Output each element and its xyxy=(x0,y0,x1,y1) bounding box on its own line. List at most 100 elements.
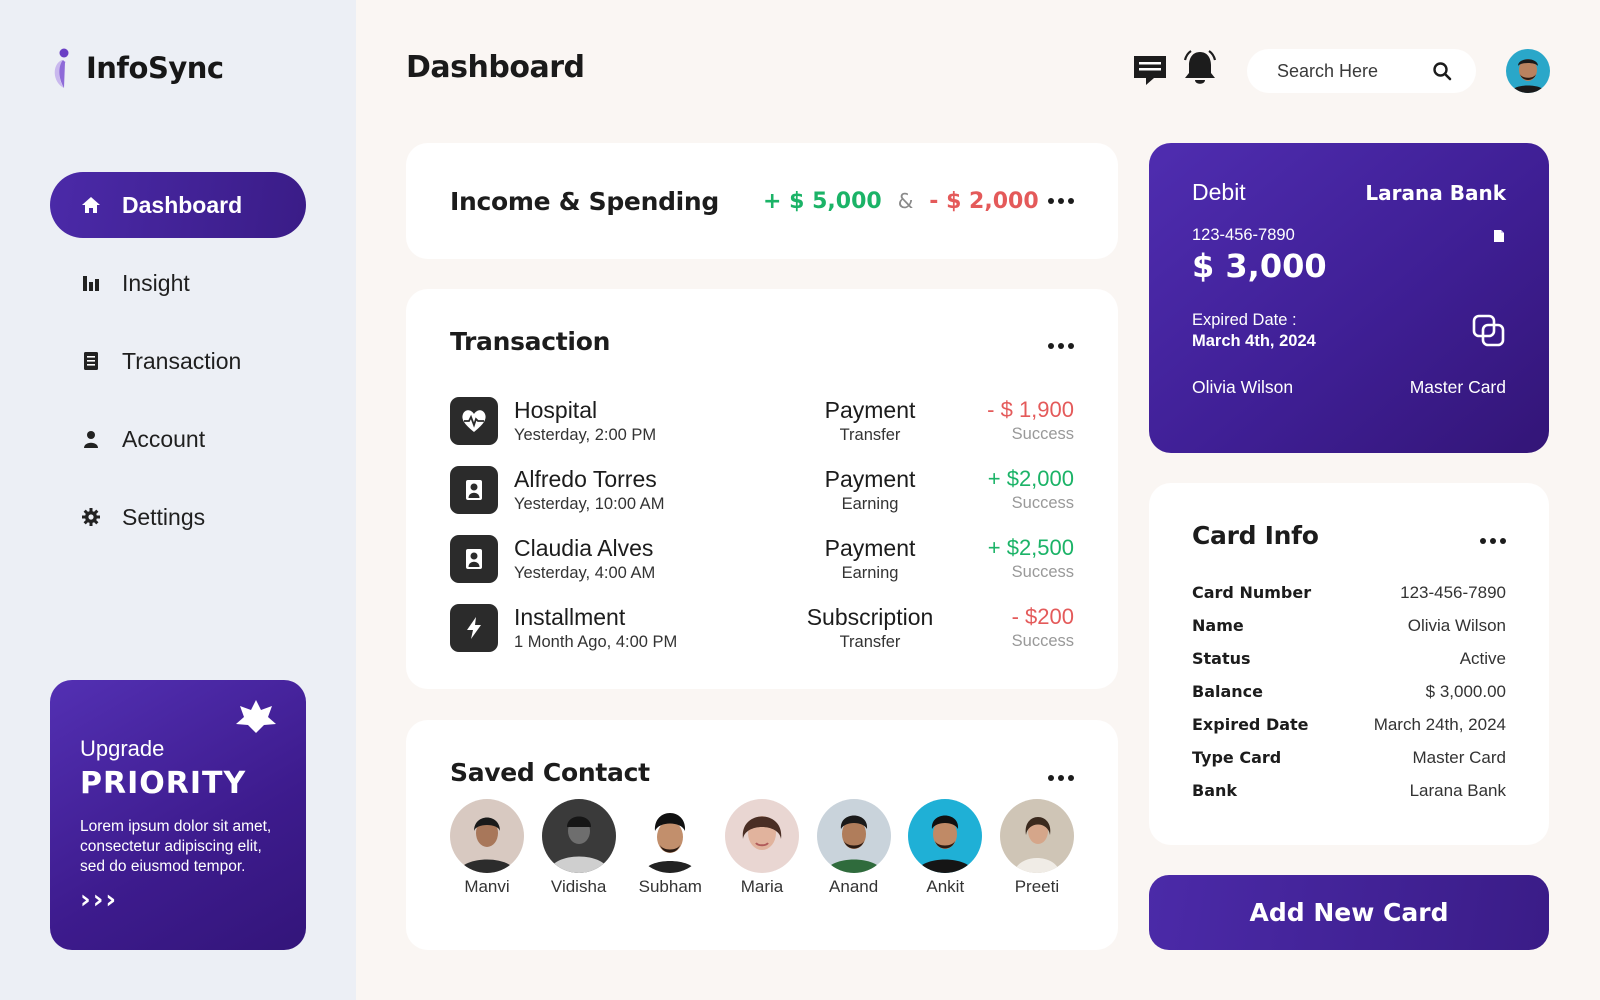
transaction-list: Hospital Yesterday, 2:00 PM Payment Tran… xyxy=(450,386,1074,662)
card-holder: Olivia Wilson xyxy=(1192,377,1294,397)
user-icon xyxy=(80,428,102,450)
debit-card[interactable]: Debit Larana Bank 123-456-7890 $ 3,000 E… xyxy=(1149,143,1549,453)
card-balance: $ 3,000 xyxy=(1192,247,1327,285)
sidebar-item-dashboard[interactable]: Dashboard xyxy=(50,172,306,238)
info-row: Bank Larana Bank xyxy=(1192,774,1506,807)
saved-contact-title: Saved Contact xyxy=(450,758,650,787)
duplicate-icon[interactable] xyxy=(1472,314,1506,348)
avatar xyxy=(908,799,983,873)
transaction-amount: - $200 xyxy=(1011,604,1074,629)
more-options-icon[interactable] xyxy=(1048,775,1074,781)
info-key: Bank xyxy=(1192,781,1238,800)
transaction-amount: - $ 1,900 xyxy=(987,397,1074,422)
transaction-status: Success xyxy=(1011,494,1074,512)
chat-icon[interactable] xyxy=(1132,52,1168,88)
contact-name: Ankit xyxy=(926,877,965,896)
heartbeat-icon xyxy=(450,396,498,445)
upgrade-label: Upgrade xyxy=(80,736,165,761)
transaction-subtype: Earning xyxy=(841,563,899,582)
transaction-date: Yesterday, 4:00 AM xyxy=(514,563,656,582)
contact-name: Anand xyxy=(829,877,879,896)
transaction-type: Subscription xyxy=(806,603,934,630)
upgrade-arrow-button[interactable]: ››› xyxy=(80,885,276,915)
user-icon xyxy=(450,534,498,583)
upgrade-card[interactable]: Upgrade PRIORITY Lorem ipsum dolor sit a… xyxy=(50,680,306,950)
avatar xyxy=(724,799,799,873)
contact-item[interactable]: Anand xyxy=(816,799,891,897)
card-type-label: Debit xyxy=(1192,179,1246,205)
transaction-title: Transaction xyxy=(450,327,611,356)
more-options-icon[interactable] xyxy=(1480,538,1506,544)
search-icon[interactable] xyxy=(1432,61,1452,81)
contact-name: Maria xyxy=(740,877,784,896)
lightning-icon xyxy=(450,603,498,652)
upgrade-title: PRIORITY xyxy=(80,766,247,801)
contact-item[interactable]: Subham xyxy=(633,799,708,897)
contact-name: Preeti xyxy=(1014,877,1060,896)
info-value: Larana Bank xyxy=(1409,780,1506,800)
transaction-type: Payment xyxy=(824,534,916,561)
search-bar xyxy=(1247,49,1476,93)
info-value: 123-456-7890 xyxy=(1400,582,1506,602)
contact-item[interactable]: Manvi xyxy=(450,799,524,897)
transaction-date: Yesterday, 2:00 PM xyxy=(514,425,657,444)
user-avatar[interactable] xyxy=(1506,49,1550,93)
transaction-amount: + $2,500 xyxy=(987,535,1074,560)
info-value: Master Card xyxy=(1412,747,1506,767)
avatar xyxy=(816,799,891,873)
sidebar-item-insight[interactable]: Insight xyxy=(50,250,306,316)
transaction-status: Success xyxy=(1011,632,1074,650)
info-key: Expired Date xyxy=(1192,715,1309,734)
sidebar-nav: Dashboard Insight Transaction Account Se… xyxy=(50,172,306,562)
income-value: + $ 5,000 xyxy=(763,188,882,214)
contact-item[interactable]: Maria xyxy=(724,799,799,897)
card-network: Master Card xyxy=(1409,377,1506,397)
income-spending-values: + $ 5,000 & - $ 2,000 xyxy=(763,189,1039,214)
info-row: Expired Date March 24th, 2024 xyxy=(1192,708,1506,741)
transaction-row[interactable]: Claudia Alves Yesterday, 4:00 AM Payment… xyxy=(450,524,1074,593)
receipt-icon xyxy=(80,350,102,372)
expired-date-value: March 4th, 2024 xyxy=(1192,332,1316,350)
info-value: Active xyxy=(1459,648,1506,668)
info-key: Card Number xyxy=(1192,583,1312,602)
transaction-date: Yesterday, 10:00 AM xyxy=(514,494,665,513)
app-logo[interactable]: InfoSync xyxy=(50,48,224,88)
sidebar-item-settings[interactable]: Settings xyxy=(50,484,306,550)
transaction-row[interactable]: Installment 1 Month Ago, 4:00 PM Subscri… xyxy=(450,593,1074,662)
transaction-status: Success xyxy=(1011,425,1074,443)
app-name: InfoSync xyxy=(86,51,224,85)
search-input[interactable] xyxy=(1277,60,1427,82)
bell-icon[interactable] xyxy=(1182,50,1218,86)
transaction-subtype: Transfer xyxy=(839,425,901,444)
contact-item[interactable]: Vidisha xyxy=(541,799,616,897)
income-spending-card: Income & Spending + $ 5,000 & - $ 2,000 xyxy=(406,143,1118,259)
contact-item[interactable]: Preeti xyxy=(999,799,1074,897)
transaction-name: Claudia Alves xyxy=(514,534,654,561)
logo-icon xyxy=(54,48,69,88)
add-new-card-button[interactable]: Add New Card xyxy=(1149,875,1549,950)
contact-item[interactable]: Ankit xyxy=(908,799,983,897)
sidebar-item-label: Transaction xyxy=(122,347,242,374)
transaction-row[interactable]: Alfredo Torres Yesterday, 10:00 AM Payme… xyxy=(450,455,1074,524)
card-info-title: Card Info xyxy=(1192,521,1319,550)
copy-icon[interactable] xyxy=(1492,228,1506,244)
upgrade-description: Lorem ipsum dolor sit amet, consectetur … xyxy=(80,818,272,875)
transaction-row[interactable]: Hospital Yesterday, 2:00 PM Payment Tran… xyxy=(450,386,1074,455)
info-row: Type Card Master Card xyxy=(1192,741,1506,774)
avatar xyxy=(633,799,708,873)
spending-value: - $ 2,000 xyxy=(929,188,1039,214)
avatar xyxy=(541,799,616,873)
saved-contact-card: Saved Contact Manvi Vidisha Subham Maria xyxy=(406,720,1118,950)
card-info-list: Card Number 123-456-7890 Name Olivia Wilso… xyxy=(1192,576,1506,807)
info-row: Name Olivia Wilson xyxy=(1192,609,1506,642)
income-spending-title: Income & Spending xyxy=(450,186,720,216)
info-key: Type Card xyxy=(1192,748,1282,767)
info-value: March 24th, 2024 xyxy=(1373,714,1506,734)
more-options-icon[interactable] xyxy=(1048,198,1074,204)
info-row: Card Number 123-456-7890 xyxy=(1192,576,1506,609)
sidebar-item-account[interactable]: Account xyxy=(50,406,306,472)
more-options-icon[interactable] xyxy=(1048,343,1074,349)
info-row: Status Active xyxy=(1192,642,1506,675)
contact-name: Manvi xyxy=(464,877,510,896)
sidebar-item-transaction[interactable]: Transaction xyxy=(50,328,306,394)
